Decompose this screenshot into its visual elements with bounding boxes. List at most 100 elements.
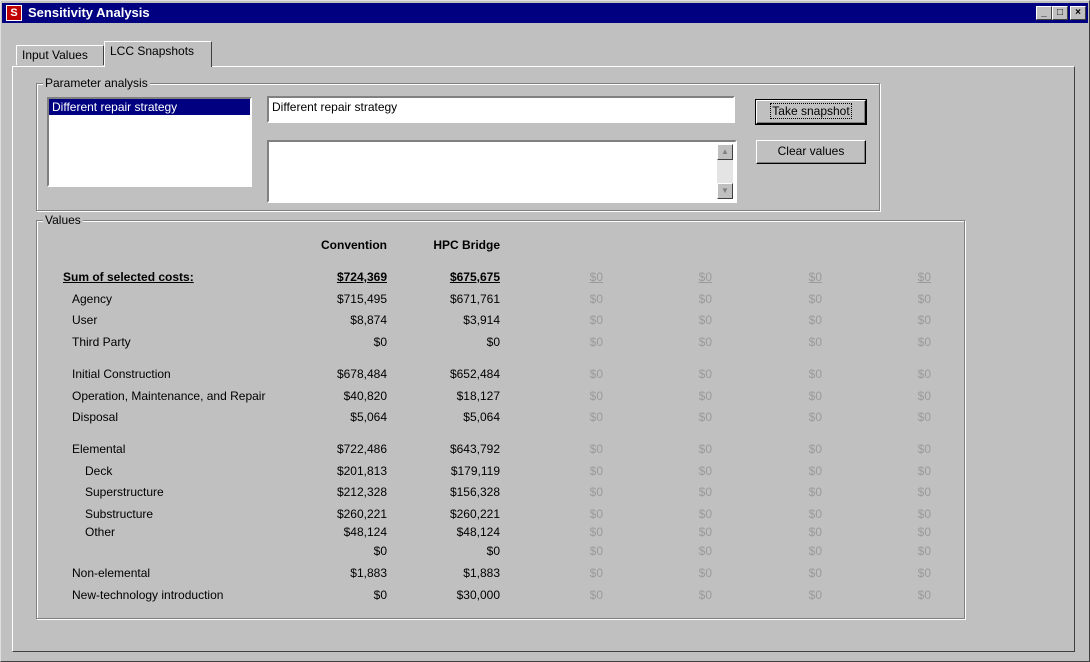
scroll-down-icon[interactable]: ▼ <box>717 183 733 199</box>
cost-row-label: Non-elemental <box>72 566 151 580</box>
cost-row-label: Operation, Maintenance, and Repair <box>72 389 266 403</box>
cost-value: $0 <box>917 442 931 456</box>
cost-value: $0 <box>917 335 931 349</box>
column-header: Convention <box>321 238 387 252</box>
cost-value: $179,119 <box>450 464 500 478</box>
cost-value: $0 <box>698 464 712 478</box>
cost-value: $0 <box>808 588 822 602</box>
window-title: Sensitivity Analysis <box>28 5 150 20</box>
cost-value: $0 <box>808 292 822 306</box>
cost-value: $0 <box>808 464 822 478</box>
cost-value: $0 <box>917 367 931 381</box>
sensitivity-analysis-window: S Sensitivity Analysis _ □ × Input Value… <box>0 0 1090 662</box>
cost-value: $0 <box>808 507 822 521</box>
cost-value: $0 <box>917 525 931 539</box>
cost-value: $0 <box>698 566 712 580</box>
cost-value: $0 <box>917 544 931 558</box>
cost-value: $0 <box>917 292 931 306</box>
cost-value: $48,124 <box>456 525 500 539</box>
cost-value: $0 <box>808 544 822 558</box>
cost-value: $0 <box>589 525 603 539</box>
cost-value: $671,761 <box>449 292 500 306</box>
cost-value: $0 <box>589 313 603 327</box>
cost-value: $0 <box>698 389 712 403</box>
cost-value: $1,883 <box>350 566 387 580</box>
cost-value: $0 <box>486 335 500 349</box>
cost-value: $0 <box>589 335 603 349</box>
parameter-analysis-legend: Parameter analysis <box>43 76 150 90</box>
snapshot-notes-textarea[interactable]: ▲ ▼ <box>267 140 737 203</box>
cost-value: $0 <box>589 442 603 456</box>
cost-value: $40,820 <box>343 389 387 403</box>
maximize-button[interactable]: □ <box>1052 6 1068 20</box>
cost-value: $0 <box>698 442 712 456</box>
cost-value: $0 <box>917 507 931 521</box>
cost-row-label: User <box>72 313 98 327</box>
cost-value: $18,127 <box>456 389 500 403</box>
sum-value: $724,369 <box>336 270 387 284</box>
snapshot-list[interactable]: Different repair strategy <box>47 97 252 187</box>
cost-value: $0 <box>589 544 603 558</box>
cost-row-label: Initial Construction <box>72 367 171 381</box>
values-group: Values Convention HPC Bridge Sum of select… <box>36 213 965 619</box>
cost-value: $0 <box>373 588 387 602</box>
cost-value: $0 <box>698 507 712 521</box>
minimize-button[interactable]: _ <box>1036 6 1052 20</box>
take-snapshot-label: Take snapshot <box>770 103 852 119</box>
cost-value: $0 <box>698 588 712 602</box>
cost-value: $0 <box>808 566 822 580</box>
cost-value: $3,914 <box>463 313 500 327</box>
cost-value: $0 <box>917 485 931 499</box>
cost-value: $0 <box>698 525 712 539</box>
cost-value: $260,221 <box>336 507 387 521</box>
cost-value: $0 <box>589 292 603 306</box>
cost-row-label: Other <box>85 525 116 539</box>
cost-value: $0 <box>698 410 712 424</box>
title-bar[interactable]: S Sensitivity Analysis _ □ × <box>2 3 1088 23</box>
take-snapshot-button[interactable]: Take snapshot <box>755 99 867 125</box>
sum-row-label: Sum of selected costs: <box>63 270 194 284</box>
tab-input-values[interactable]: Input Values <box>16 45 104 65</box>
cost-value: $260,221 <box>449 507 500 521</box>
cost-row-label: Agency <box>72 292 113 306</box>
cost-value: $201,813 <box>336 464 387 478</box>
parameter-analysis-group: Parameter analysis Different repair stra… <box>36 76 880 211</box>
cost-value: $0 <box>486 544 500 558</box>
cost-value: $0 <box>698 544 712 558</box>
cost-value: $0 <box>808 389 822 403</box>
cost-value: $678,484 <box>336 367 387 381</box>
cost-value: $722,486 <box>336 442 387 456</box>
cost-value: $0 <box>698 367 712 381</box>
cost-value: $0 <box>917 410 931 424</box>
cost-value: $5,064 <box>463 410 500 424</box>
clear-values-button[interactable]: Clear values <box>756 140 866 164</box>
cost-value: $0 <box>917 464 931 478</box>
snapshot-name-input[interactable]: Different repair strategy <box>267 96 735 123</box>
close-button[interactable]: × <box>1070 6 1086 20</box>
notes-scrollbar[interactable]: ▲ ▼ <box>717 144 733 199</box>
cost-value: $212,328 <box>336 485 387 499</box>
cost-value: $5,064 <box>350 410 387 424</box>
cost-value: $0 <box>698 335 712 349</box>
cost-value: $30,000 <box>456 588 500 602</box>
cost-row-label: New-technology introduction <box>72 588 224 602</box>
cost-value: $48,124 <box>343 525 387 539</box>
tab-lcc-snapshots[interactable]: LCC Snapshots <box>104 41 212 67</box>
cost-value: $0 <box>589 566 603 580</box>
cost-value: $0 <box>589 507 603 521</box>
lcc-snapshots-panel: Parameter analysis Different repair stra… <box>12 66 1075 652</box>
cost-row-label: Third Party <box>72 335 131 349</box>
sum-value: $0 <box>808 270 822 284</box>
cost-value: $0 <box>589 588 603 602</box>
cost-value: $0 <box>808 485 822 499</box>
cost-row-label: Elemental <box>72 442 126 456</box>
cost-value: $0 <box>589 410 603 424</box>
cost-value: $8,874 <box>350 313 387 327</box>
cost-value: $0 <box>589 464 603 478</box>
snapshot-list-item[interactable]: Different repair strategy <box>49 99 250 115</box>
scroll-up-icon[interactable]: ▲ <box>717 144 733 160</box>
cost-value: $0 <box>698 292 712 306</box>
cost-value: $0 <box>589 485 603 499</box>
cost-row-label: Substructure <box>85 507 154 521</box>
column-header: HPC Bridge <box>433 238 500 252</box>
